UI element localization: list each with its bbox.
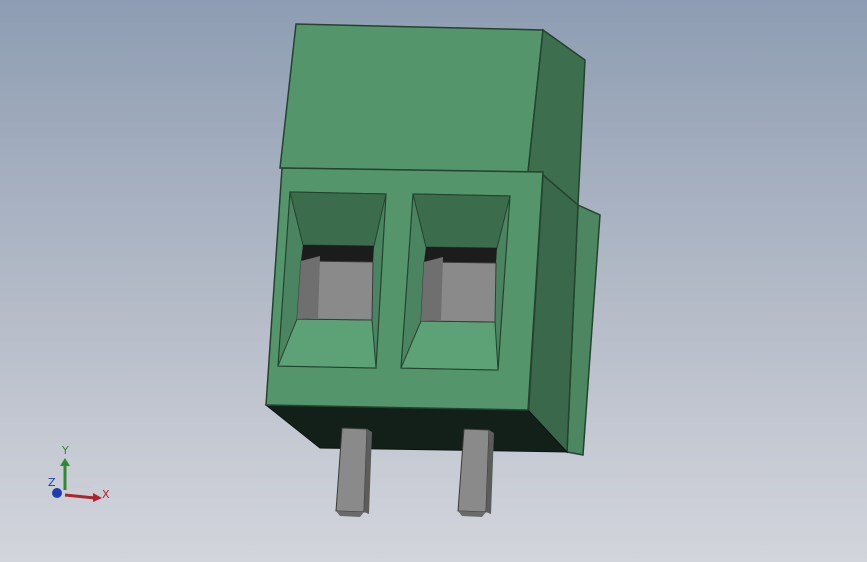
- wire-entry-left: [277, 191, 387, 369]
- wire-entry-right-top-bevel: [412, 193, 511, 249]
- pin-right-front: [457, 428, 490, 513]
- pin-right: [457, 428, 494, 517]
- axis-triad: Y X Z: [48, 444, 110, 502]
- z-axis-dot: [52, 488, 62, 498]
- x-axis-arrow: [93, 493, 102, 502]
- pin-right-tip: [458, 511, 486, 517]
- bottom-face: [264, 404, 569, 453]
- graphics-viewport[interactable]: Y X Z: [0, 0, 867, 562]
- wire-entry-left-top-bevel: [289, 191, 387, 247]
- wire-entry-right: [400, 193, 511, 371]
- x-axis-line: [64, 493, 96, 500]
- wire-entry-right-clamp-side: [421, 257, 443, 321]
- triad-arc: [65, 484, 93, 488]
- z-axis-label: Z: [48, 476, 56, 489]
- pin-left-front: [335, 427, 368, 513]
- pin-left-tip: [336, 511, 364, 517]
- y-axis-arrow: [60, 458, 70, 466]
- pin-left: [335, 427, 372, 517]
- y-axis-label: Y: [61, 444, 69, 457]
- terminal-block-model[interactable]: [0, 0, 867, 562]
- x-axis-label: X: [102, 488, 110, 501]
- top-block-front-face: [279, 23, 544, 173]
